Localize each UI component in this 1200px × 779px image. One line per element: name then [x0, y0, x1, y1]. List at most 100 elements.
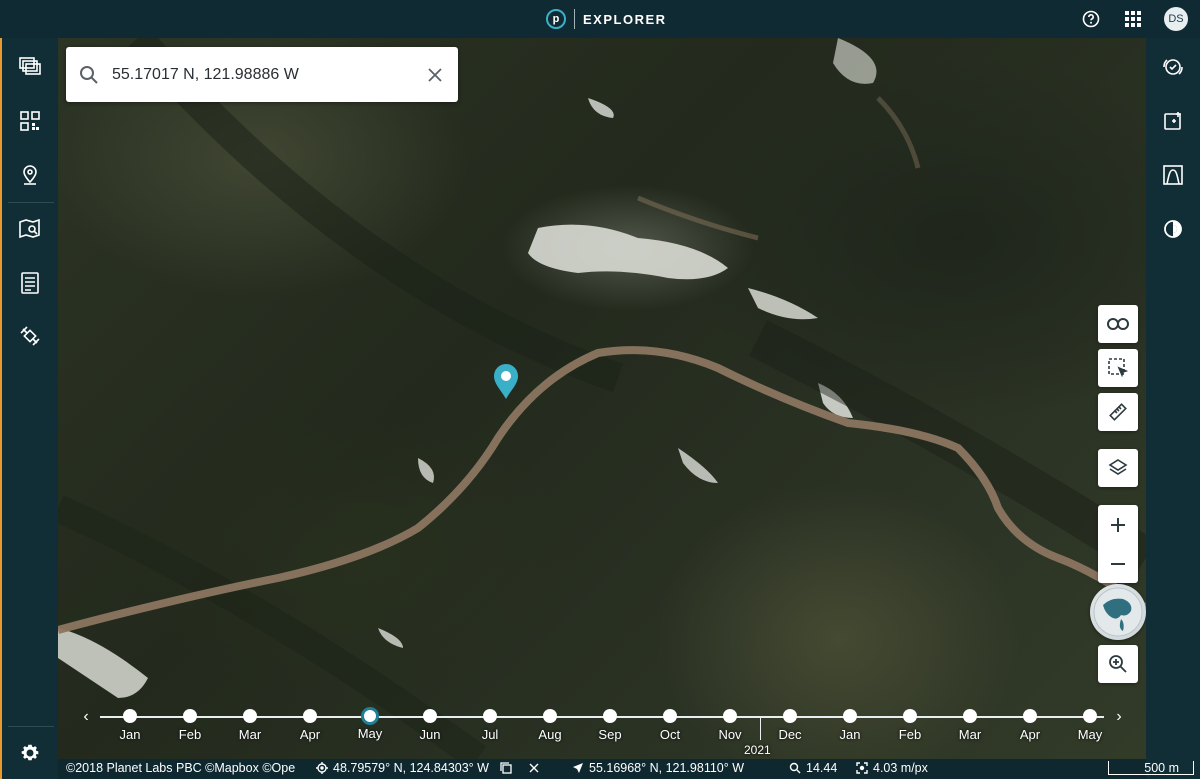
timeline-month[interactable]: Sep — [580, 709, 640, 742]
globe-icon[interactable] — [1090, 584, 1146, 640]
timeline-month-label: Mar — [958, 727, 982, 742]
link-icon[interactable] — [1098, 305, 1138, 343]
timeline-dot[interactable] — [1083, 709, 1097, 723]
timeline-dot[interactable] — [123, 709, 137, 723]
timeline-dot[interactable] — [783, 709, 797, 723]
timeline-month-label: May — [1077, 727, 1103, 742]
timeline-month[interactable]: Apr — [1000, 709, 1060, 742]
timeline-month[interactable]: Aug — [520, 709, 580, 742]
places-icon[interactable] — [16, 160, 44, 188]
analysis-icon[interactable] — [1159, 107, 1187, 135]
sidebar-divider — [8, 726, 54, 727]
map-search-icon[interactable] — [16, 215, 44, 243]
brand[interactable]: p EXPLORER — [546, 8, 667, 30]
timeline-month-label: Sep — [598, 727, 622, 742]
timeline-month[interactable]: May — [340, 709, 400, 741]
help-icon[interactable] — [1080, 8, 1102, 30]
timeline-month-label: Jun — [419, 727, 441, 742]
year-divider — [760, 718, 761, 740]
timeline-dot[interactable] — [243, 709, 257, 723]
timeline-dot[interactable] — [483, 709, 497, 723]
timeline-dot[interactable] — [183, 709, 197, 723]
timeline-month-label: Jul — [481, 727, 499, 742]
timeline-dot-active[interactable] — [364, 710, 376, 722]
zoom-to-icon[interactable] — [1098, 645, 1138, 683]
timeline-month[interactable]: Apr — [280, 709, 340, 742]
navigation-arrow-icon — [573, 763, 583, 773]
cursor-coords-text: 48.79579° N, 124.84303° W — [333, 761, 489, 775]
search-box[interactable]: 55.17017 N, 121.98886 W — [66, 47, 458, 102]
timeline-month-label: Apr — [1019, 727, 1041, 742]
timeline-year: 2021 — [744, 743, 771, 757]
orders-icon[interactable] — [16, 269, 44, 297]
cursor-coordinates: 48.79579° N, 124.84303° W — [316, 761, 539, 775]
center-coords-text: 55.16968° N, 121.98110° W — [589, 761, 745, 775]
timeline-month[interactable]: Feb — [880, 709, 940, 742]
search-input[interactable]: 55.17017 N, 121.98886 W — [112, 66, 424, 84]
right-sidebar — [1146, 38, 1200, 779]
timeline-prev-icon[interactable]: ‹ — [78, 708, 94, 726]
zoom-controls — [1098, 505, 1138, 583]
attribution-text: ©2018 Planet Labs PBC ©Mapbox ©Ope — [66, 761, 296, 775]
planet-logo-icon: p — [546, 9, 566, 29]
map-canvas[interactable] — [58, 38, 1146, 759]
timeline-month[interactable]: Nov — [700, 709, 760, 742]
location-pin-icon[interactable] — [492, 362, 520, 400]
apps-grid-icon[interactable] — [1122, 8, 1144, 30]
top-bar: p EXPLORER DS — [0, 0, 1200, 38]
timeline-dot[interactable] — [423, 709, 437, 723]
timeline-dot[interactable] — [1023, 709, 1037, 723]
user-avatar[interactable]: DS — [1164, 7, 1188, 31]
timeline-month-label: Oct — [659, 727, 681, 742]
compare-icon[interactable] — [1159, 53, 1187, 81]
timeline-month[interactable]: Feb — [160, 709, 220, 742]
close-icon[interactable] — [529, 763, 539, 773]
select-area-icon[interactable] — [1098, 349, 1138, 387]
elevation-icon[interactable] — [1159, 161, 1187, 189]
attribution: ©2018 Planet Labs PBC ©Mapbox ©Ope — [66, 761, 295, 775]
layers-icon[interactable] — [1098, 449, 1138, 487]
zoom-out-button[interactable] — [1098, 544, 1138, 583]
resolution-icon — [856, 762, 868, 774]
timeline-month[interactable]: Jun — [400, 709, 460, 742]
timeline-dot[interactable] — [543, 709, 557, 723]
satellite-imagery — [58, 38, 1146, 759]
ruler-icon[interactable] — [1098, 393, 1138, 431]
magnifier-icon — [789, 762, 801, 774]
timeline-month[interactable]: Jul — [460, 709, 520, 742]
timeline: ‹ › Jan Feb Mar Apr May Jun Jul Aug Sep Oct Nov Dec… — [58, 700, 1146, 759]
timeline-month-label: Dec — [778, 727, 802, 742]
timeline-dot[interactable] — [663, 709, 677, 723]
resolution: 4.03 m/px — [856, 761, 928, 775]
timeline-month[interactable]: May — [1060, 709, 1120, 742]
left-sidebar — [0, 38, 58, 779]
mosaics-icon[interactable] — [16, 53, 44, 81]
timeline-dot[interactable] — [843, 709, 857, 723]
timeline-month[interactable]: Oct — [640, 709, 700, 742]
timeline-month-label: Feb — [898, 727, 922, 742]
resolution-text: 4.03 m/px — [873, 761, 928, 775]
timeline-month[interactable]: Dec — [760, 709, 820, 742]
timeline-month-label: Jan — [839, 727, 861, 742]
timeline-dot[interactable] — [303, 709, 317, 723]
brand-divider — [574, 9, 575, 29]
timeline-month[interactable]: Jan — [100, 709, 160, 742]
satellite-icon[interactable] — [16, 322, 44, 350]
timeline-dot[interactable] — [603, 709, 617, 723]
contrast-icon[interactable] — [1159, 215, 1187, 243]
timeline-month[interactable]: Jan — [820, 709, 880, 742]
zoom-in-button[interactable] — [1098, 505, 1138, 544]
timeline-month[interactable]: Mar — [940, 709, 1000, 742]
copy-icon[interactable] — [500, 762, 512, 774]
search-icon[interactable] — [78, 64, 100, 86]
timeline-dot[interactable] — [963, 709, 977, 723]
basemaps-icon[interactable] — [16, 107, 44, 135]
close-icon[interactable] — [424, 64, 446, 86]
timeline-month[interactable]: Mar — [220, 709, 280, 742]
timeline-dot[interactable] — [723, 709, 737, 723]
settings-icon[interactable] — [16, 739, 44, 767]
timeline-month-label: Nov — [718, 727, 742, 742]
timeline-month-label: Jan — [119, 727, 141, 742]
timeline-dot[interactable] — [903, 709, 917, 723]
zoom-level-text: 14.44 — [806, 761, 838, 775]
